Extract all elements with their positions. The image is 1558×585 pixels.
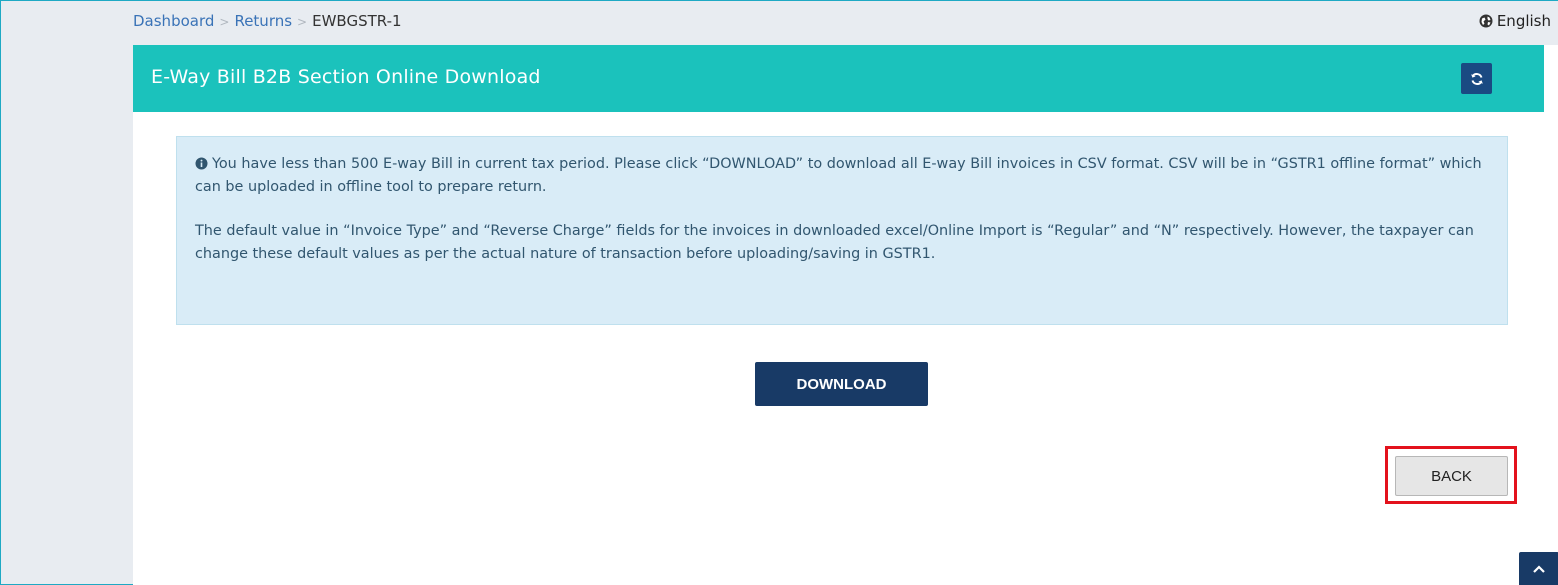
language-label: English xyxy=(1496,12,1551,30)
breadcrumb-dashboard[interactable]: Dashboard xyxy=(133,12,214,30)
info-paragraph-2: The default value in “Invoice Type” and … xyxy=(195,223,1474,262)
chevron-up-icon xyxy=(1533,565,1545,573)
download-button[interactable]: DOWNLOAD xyxy=(755,362,928,406)
section-header: E-Way Bill B2B Section Online Download xyxy=(133,45,1544,112)
refresh-icon xyxy=(1470,72,1483,85)
refresh-button[interactable] xyxy=(1461,63,1492,94)
breadcrumb: Dashboard > Returns > EWBGSTR-1 xyxy=(133,12,402,30)
top-bar: Dashboard > Returns > EWBGSTR-1 English xyxy=(133,1,1558,45)
section-title: E-Way Bill B2B Section Online Download xyxy=(151,66,541,88)
info-circle-icon xyxy=(195,157,208,170)
globe-icon xyxy=(1479,14,1493,28)
info-alert: You have less than 500 E-way Bill in cur… xyxy=(176,136,1508,325)
breadcrumb-separator: > xyxy=(219,15,230,29)
main-content: Dashboard > Returns > EWBGSTR-1 English E-Wa… xyxy=(133,1,1558,585)
breadcrumb-current: EWBGSTR-1 xyxy=(312,12,402,30)
scroll-to-top-button[interactable] xyxy=(1519,552,1558,585)
info-paragraph-1: You have less than 500 E-way Bill in cur… xyxy=(195,153,1489,199)
breadcrumb-returns[interactable]: Returns xyxy=(234,12,292,30)
back-button[interactable]: BACK xyxy=(1395,456,1508,496)
language-selector[interactable]: English xyxy=(1479,12,1551,30)
page: Dashboard > Returns > EWBGSTR-1 English E-Wa… xyxy=(0,0,1558,585)
info-text-1: You have less than 500 E-way Bill in cur… xyxy=(195,156,1482,195)
breadcrumb-separator: > xyxy=(297,15,308,29)
